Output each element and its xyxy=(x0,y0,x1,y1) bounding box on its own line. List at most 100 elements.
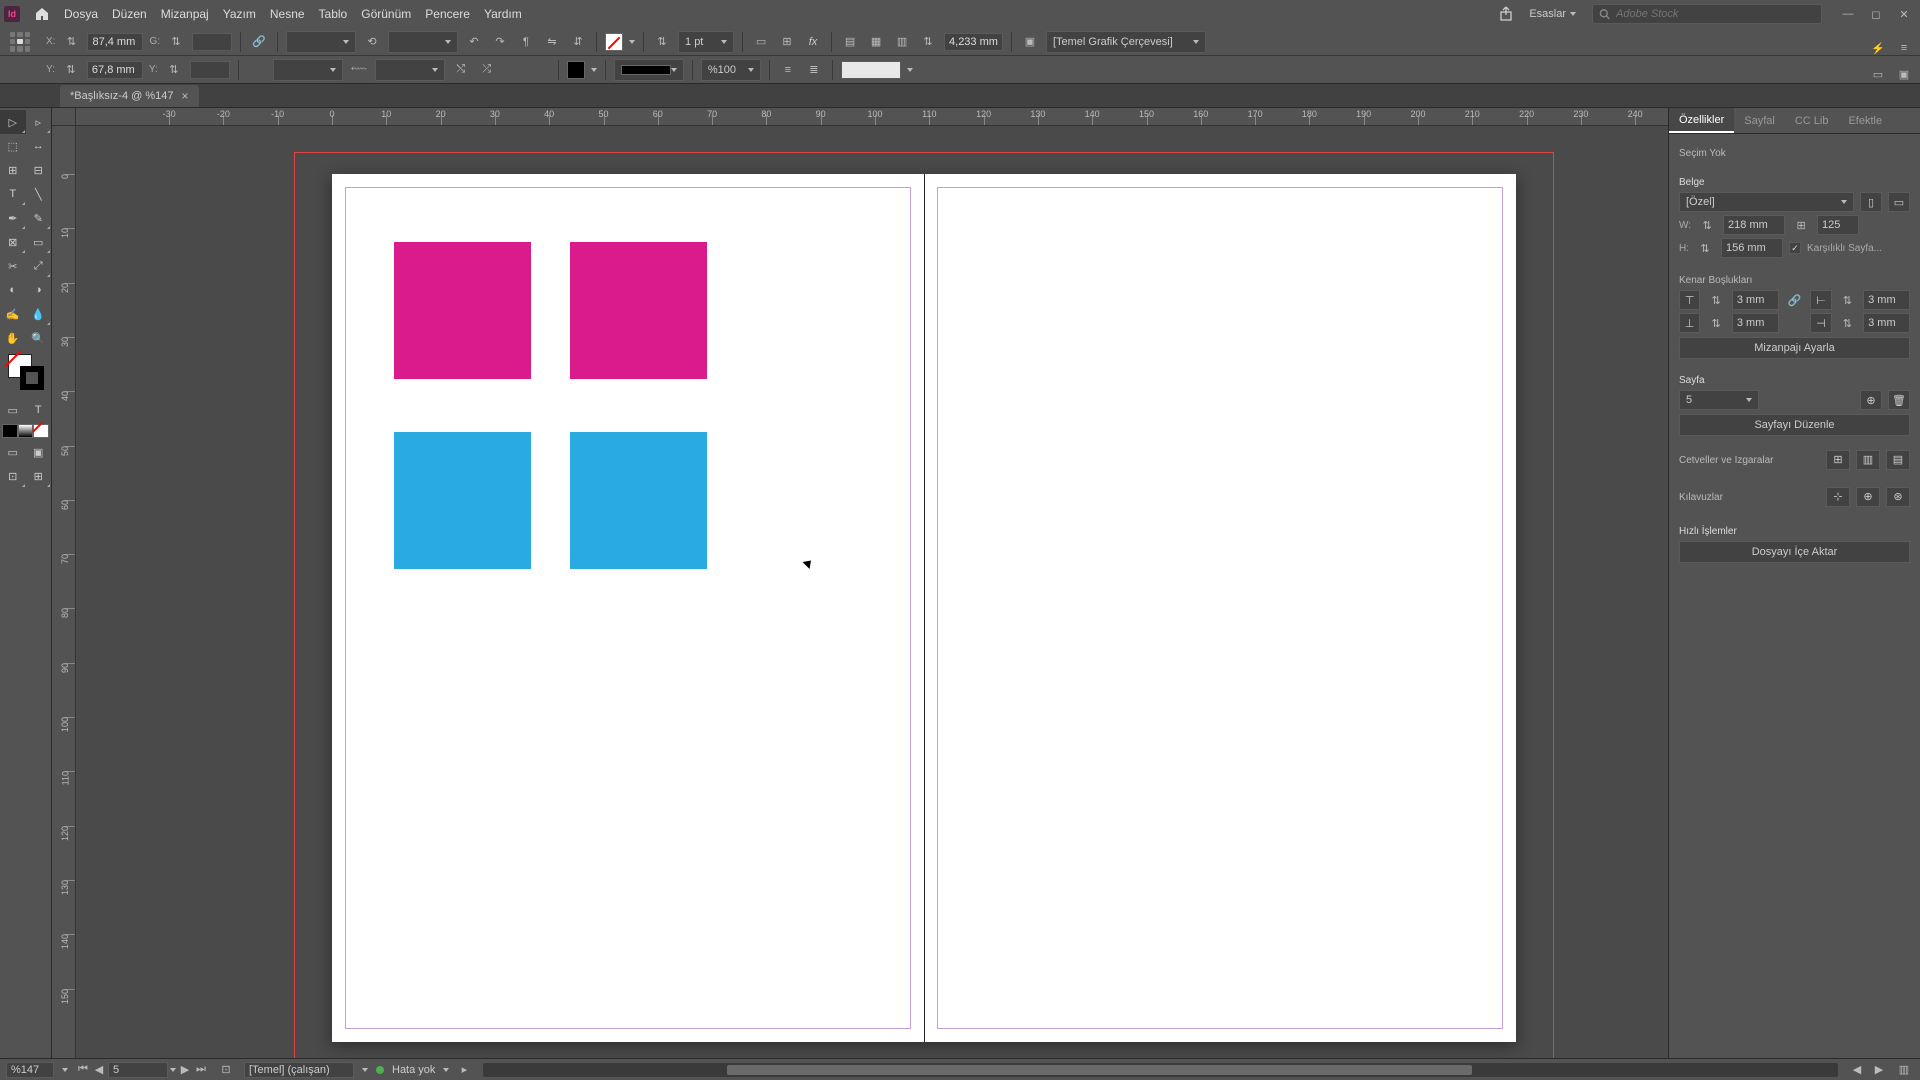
gap-tool[interactable]: ↔ xyxy=(26,134,52,158)
gradient-feather-tool[interactable]: ◑ xyxy=(26,278,52,302)
rotate-ccw-icon[interactable]: ↶ xyxy=(464,32,484,52)
object-style-dropdown[interactable]: [Temel Grafik Çerçevesi] xyxy=(1046,31,1206,53)
rotate-icon[interactable]: ⟲ xyxy=(362,32,382,52)
page-tool[interactable]: ⬚ xyxy=(0,134,26,158)
y-stepper-icon[interactable]: ⇅ xyxy=(61,60,81,80)
x-field[interactable]: 87,4 mm xyxy=(87,33,143,51)
menu-type[interactable]: Yazım xyxy=(223,7,256,21)
margin-inside[interactable]: 3 mm xyxy=(1863,290,1910,310)
orientation-portrait[interactable]: ▯ xyxy=(1860,192,1882,212)
text-wrap-jump-icon[interactable]: ▥ xyxy=(892,32,912,52)
stock-search-input[interactable] xyxy=(1616,8,1815,20)
next-page-button[interactable]: ▶ xyxy=(178,1063,192,1077)
cyan-rect-2[interactable] xyxy=(570,432,707,569)
menu-object[interactable]: Nesne xyxy=(270,7,305,21)
x-stepper-icon[interactable]: ⇅ xyxy=(61,32,81,52)
stroke-swatch[interactable] xyxy=(567,61,585,79)
y-field[interactable]: 67,8 mm xyxy=(87,61,143,79)
rotate-cw-icon[interactable]: ↷ xyxy=(490,32,510,52)
gradient-swatch-tool[interactable]: ◐ xyxy=(0,278,26,302)
link-margins-icon[interactable]: 🔗 xyxy=(1785,290,1804,310)
opacity-menu-icon[interactable] xyxy=(907,68,913,72)
frame-graphic-icon[interactable]: ⊞ xyxy=(777,32,797,52)
last-page-button[interactable]: ⏭ xyxy=(194,1063,208,1077)
errors-menu-icon[interactable] xyxy=(443,1068,449,1072)
panel-menu-icon[interactable]: ≡ xyxy=(1894,38,1914,58)
menu-edit[interactable]: Düzen xyxy=(112,7,147,21)
snap-guides-button[interactable]: ⊛ xyxy=(1886,487,1910,507)
split-view-icon[interactable]: ▥ xyxy=(1894,1060,1914,1080)
apply-color[interactable] xyxy=(2,424,18,438)
margin-bottom[interactable]: 3 mm xyxy=(1732,313,1779,333)
menu-help[interactable]: Yardım xyxy=(484,7,522,21)
cyan-rect-1[interactable] xyxy=(394,432,531,569)
fill-stroke-proxy[interactable] xyxy=(4,354,47,394)
rectangle-frame-tool[interactable]: ⊠ xyxy=(0,230,26,254)
page-number-dropdown[interactable]: 5 xyxy=(1679,390,1759,410)
tab-properties[interactable]: Özellikler xyxy=(1669,108,1734,133)
tab-cclib[interactable]: CC Lib xyxy=(1785,108,1839,133)
new-page-button[interactable]: ⊕ xyxy=(1860,390,1882,410)
baseline-grid-button[interactable]: ▤ xyxy=(1886,450,1910,470)
apply-none[interactable] xyxy=(33,424,49,438)
preflight-menu-icon[interactable] xyxy=(362,1068,368,1072)
screen-normal-icon[interactable]: ⊡ xyxy=(0,464,26,488)
share-icon[interactable] xyxy=(1499,6,1515,22)
paragraph-icon[interactable]: ¶ xyxy=(516,32,536,52)
text-wrap-none-icon[interactable]: ▤ xyxy=(840,32,860,52)
menu-view[interactable]: Görünüm xyxy=(361,7,411,21)
edit-page-button[interactable]: Sayfayı Düzenle xyxy=(1679,414,1910,436)
tab-effects[interactable]: Efektle xyxy=(1838,108,1892,133)
flip-v-icon[interactable]: ⇵ xyxy=(568,32,588,52)
line-tool[interactable]: ╲ xyxy=(26,182,52,206)
story-editor-icon[interactable]: ▸ xyxy=(457,1063,471,1077)
align-left-icon[interactable]: ≡ xyxy=(778,60,798,80)
format-container-icon[interactable]: ▭ xyxy=(0,398,26,422)
menu-layout[interactable]: Mizanpaj xyxy=(161,7,209,21)
prev-page-button[interactable]: ◀ xyxy=(92,1063,106,1077)
corner-radius-field[interactable]: 4,233 mm xyxy=(944,33,1003,51)
horizontal-ruler[interactable]: -30-20-100102030405060708090100110120130… xyxy=(76,108,1668,126)
view-mode-icon[interactable]: ▭ xyxy=(1868,64,1888,84)
reference-point[interactable] xyxy=(6,28,34,56)
pages-field[interactable]: 125 xyxy=(1817,215,1859,235)
content-placer-tool[interactable]: ⊟ xyxy=(26,158,52,182)
column-guides-button[interactable]: ▥ xyxy=(1856,450,1880,470)
menu-file[interactable]: Dosya xyxy=(64,7,98,21)
scissors-tool[interactable]: ✂ xyxy=(0,254,26,278)
preflight-profile[interactable]: [Temel] (çalışan) xyxy=(244,1062,354,1078)
content-collector-tool[interactable]: ⊞ xyxy=(0,158,26,182)
margin-outside[interactable]: 3 mm xyxy=(1863,313,1910,333)
eyedropper-tool[interactable]: 💧 xyxy=(26,302,52,326)
window-maximize[interactable]: ◻ xyxy=(1864,5,1888,23)
close-tab-icon[interactable]: × xyxy=(182,89,189,103)
object-style-icon[interactable]: ▣ xyxy=(1020,32,1040,52)
zoom-dropdown[interactable]: %100 xyxy=(701,59,761,81)
preset-dropdown[interactable]: [Özel] xyxy=(1679,192,1854,212)
scroll-right-icon[interactable]: ▶ xyxy=(1872,1063,1886,1077)
stroke-weight-stepper[interactable]: ⇅ xyxy=(652,32,672,52)
width-field[interactable]: 218 mm xyxy=(1723,215,1785,235)
open-dialog-icon[interactable]: ⊡ xyxy=(216,1060,236,1080)
g-field[interactable] xyxy=(192,33,232,51)
rotate-dropdown[interactable] xyxy=(388,31,458,53)
pencil-tool[interactable]: ✎ xyxy=(26,206,52,230)
menu-window[interactable]: Pencere xyxy=(425,7,470,21)
screen-mode-icon[interactable]: ▣ xyxy=(1894,64,1914,84)
ruler-origin[interactable] xyxy=(52,108,76,126)
constrain-icon[interactable]: 🔗 xyxy=(249,32,269,52)
tab-pages[interactable]: Sayfal xyxy=(1734,108,1785,133)
scroll-left-icon[interactable]: ◀ xyxy=(1850,1063,1864,1077)
zoom-menu-icon[interactable] xyxy=(62,1068,68,1072)
shear-dropdown[interactable] xyxy=(375,59,445,81)
h-stepper-icon[interactable]: ⇅ xyxy=(164,60,184,80)
home-icon[interactable] xyxy=(34,6,50,22)
place-file-button[interactable]: Dosyayı İçe Aktar xyxy=(1679,541,1910,563)
quick-apply-icon[interactable]: ⚡ xyxy=(1868,38,1888,58)
adjust-layout-button[interactable]: Mizanpajı Ayarla xyxy=(1679,337,1910,359)
smart-guides-button[interactable]: ⊕ xyxy=(1856,487,1880,507)
h-stepper2[interactable]: ⇅ xyxy=(1695,238,1715,258)
fill-swatch[interactable] xyxy=(605,33,623,51)
facing-pages-check[interactable]: ✓ xyxy=(1789,242,1801,254)
text-wrap-around-icon[interactable]: ▦ xyxy=(866,32,886,52)
